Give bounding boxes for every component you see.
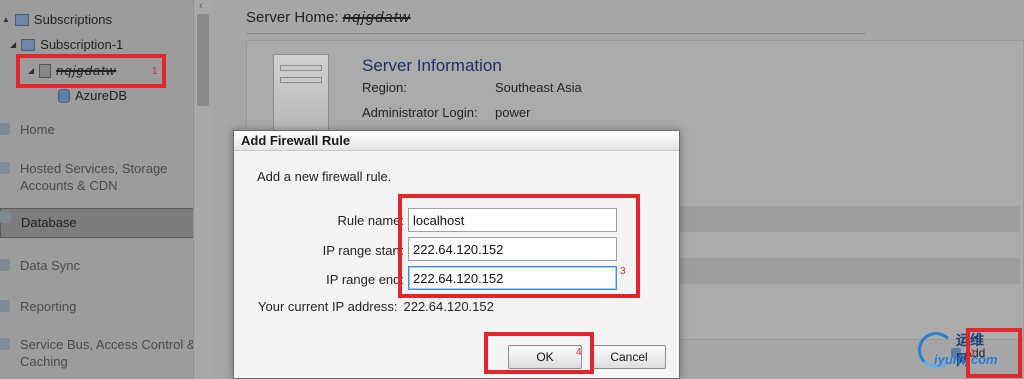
sidebar-scrollbar[interactable]: ‹ [193, 0, 213, 379]
folder-icon [14, 13, 29, 26]
admin-login-label: Administrator Login: [362, 105, 478, 120]
rule-name-label: Rule name: [337, 213, 404, 228]
firewall-table-row [680, 258, 1020, 284]
nav-item-service-bus[interactable]: Service Bus, Access Control & Caching [0, 336, 200, 370]
divider [246, 33, 866, 34]
nav-item-hosted-services[interactable]: Hosted Services, Storage Accounts & CDN [0, 160, 185, 194]
watermark-logo: 运维网 iyunv.com [918, 330, 998, 376]
nav-label: Hosted Services, Storage Accounts & CDN [20, 161, 168, 193]
nav-item-database[interactable]: Database [0, 208, 205, 238]
cloud-icon [0, 162, 10, 174]
tree-item-subscriptions[interactable]: ▲ Subscriptions [2, 12, 112, 27]
nav-item-data-sync[interactable]: Data Sync [0, 257, 205, 274]
page-title-label: Server Home: [246, 9, 339, 26]
annotation-number: 1 [152, 66, 158, 77]
cancel-button[interactable]: Cancel [592, 345, 666, 369]
dialog-body: Add a new firewall rule. Rule name: IP r… [234, 152, 679, 378]
nav-item-reporting[interactable]: Reporting [0, 298, 205, 315]
annotation-number: 1 [970, 348, 976, 359]
server-name-redacted: nqjgdatw [342, 9, 411, 26]
dialog-title: Add Firewall Rule [234, 131, 679, 151]
page-title: Server Home: nqjgdatw [246, 9, 411, 26]
sync-icon [0, 259, 10, 271]
dialog-intro: Add a new firewall rule. [257, 169, 392, 184]
server-slot [280, 77, 322, 83]
ip-range-start-label: IP range start: [322, 243, 404, 258]
expander-icon[interactable]: ◢ [10, 40, 16, 49]
subscription-icon [21, 38, 36, 51]
sidebar: ▲ Subscriptions ◢ Subscription-1 ◢ nqjgd… [0, 0, 213, 379]
scrollbar-thumb[interactable] [197, 14, 209, 106]
server-slot [280, 65, 322, 71]
tree-label: AzureDB [75, 88, 128, 103]
add-firewall-rule-dialog: Add Firewall Rule Add a new firewall rul… [233, 130, 680, 379]
nav-label: Reporting [20, 299, 77, 314]
server-icon [39, 63, 52, 78]
server-illustration [273, 54, 329, 134]
annotation-number: 3 [620, 266, 626, 277]
current-ip-text: Your current IP address: 222.64.120.152 [258, 299, 494, 314]
tree-item-database[interactable]: AzureDB [58, 88, 127, 103]
current-ip-label: Your current IP address: [258, 299, 398, 314]
tree-item-subscription[interactable]: ◢ Subscription-1 [10, 37, 123, 52]
expander-icon[interactable]: ◢ [28, 66, 34, 75]
service-bus-icon [0, 338, 10, 350]
database-icon [58, 88, 70, 103]
tree-label: Subscription-1 [40, 37, 124, 52]
collapse-arrow-icon[interactable]: ‹ [199, 0, 203, 12]
rule-name-input[interactable] [408, 208, 617, 232]
firewall-table-row [680, 206, 1020, 232]
ip-range-end-input[interactable] [408, 266, 617, 290]
watermark-domain: iyunv.com [934, 352, 998, 367]
tree-item-server[interactable]: ◢ nqjgdatw [28, 63, 116, 78]
nav-label: Service Bus, Access Control & Caching [20, 337, 196, 369]
ip-range-start-input[interactable] [408, 237, 617, 261]
tree-label: Subscriptions [33, 12, 112, 27]
nav-item-home[interactable]: Home [0, 121, 205, 138]
expander-icon[interactable]: ▲ [2, 15, 10, 24]
admin-login-value: power [495, 105, 531, 120]
current-ip-value: 222.64.120.152 [403, 299, 494, 314]
region-label: Region: [362, 80, 407, 95]
nav-label: Database [21, 215, 77, 230]
server-name-redacted: nqjgdatw [56, 63, 117, 78]
server-info-title: Server Information [362, 56, 502, 75]
nav-label: Data Sync [20, 258, 80, 273]
home-icon [0, 123, 10, 135]
ok-button[interactable]: OK [508, 345, 582, 369]
nav-label: Home [20, 122, 55, 137]
database-nav-icon [0, 211, 11, 223]
report-icon [0, 300, 10, 312]
region-value: Southeast Asia [495, 80, 582, 95]
ip-range-end-label: IP range end: [326, 272, 404, 287]
annotation-number: 4 [576, 347, 582, 358]
